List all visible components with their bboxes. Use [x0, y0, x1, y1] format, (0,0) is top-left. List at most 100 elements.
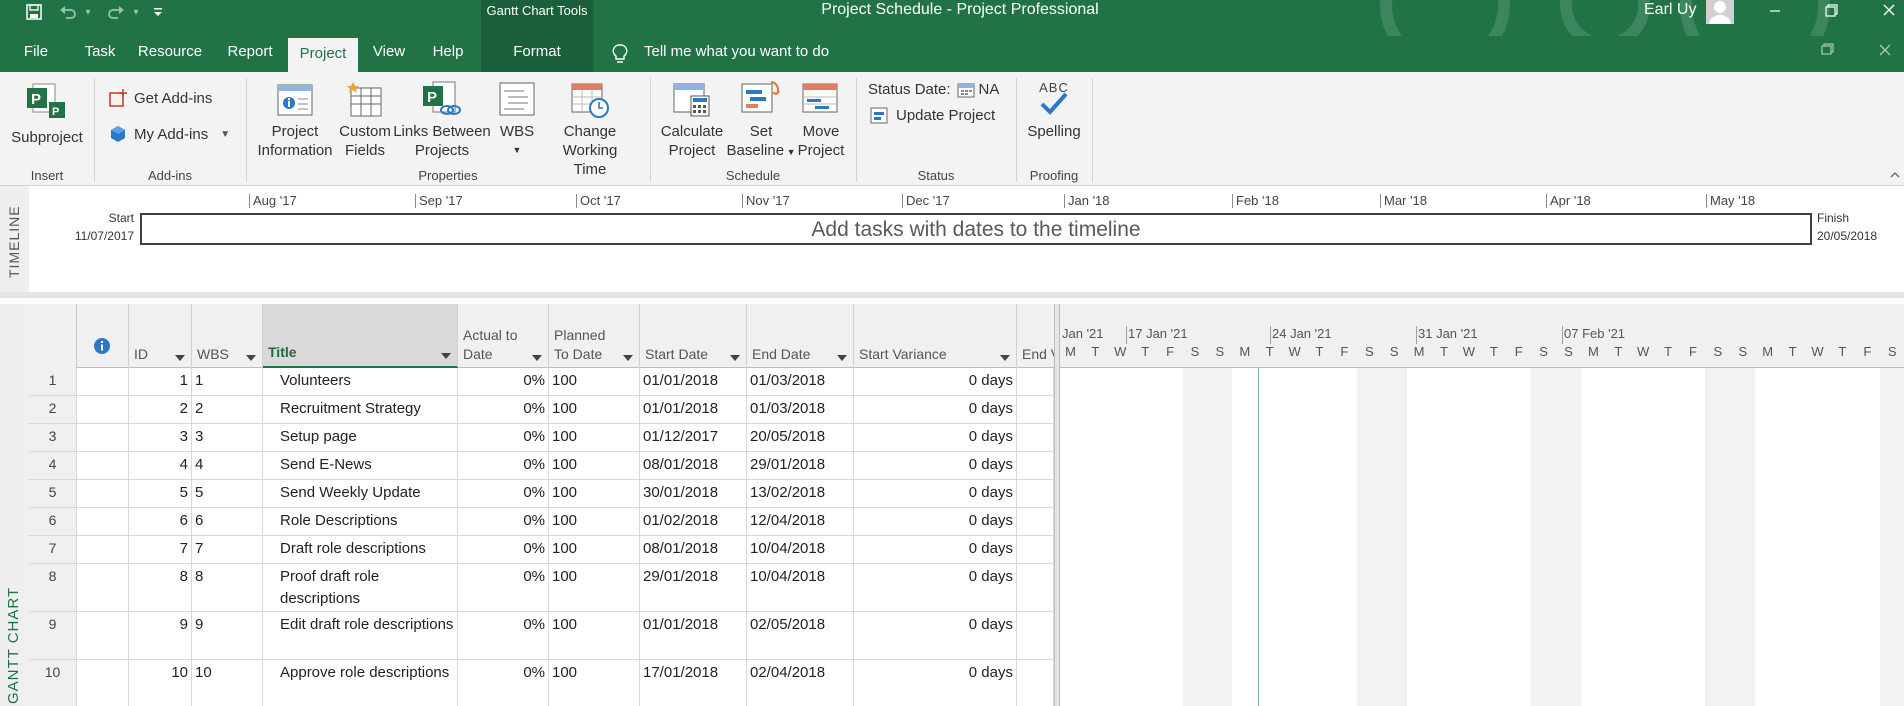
planned-to-date-cell[interactable]: 100: [549, 424, 640, 452]
table-row[interactable]: 1 1 1 Volunteers 0% 100 01/01/2018 01/03/2018 0 …: [29, 368, 1054, 396]
id-cell[interactable]: 7: [129, 536, 192, 564]
tab-project[interactable]: Project: [288, 38, 358, 72]
end-date-column-header[interactable]: End Date: [747, 304, 854, 368]
title-cell[interactable]: Edit draft role descriptions: [263, 612, 458, 660]
start-date-cell[interactable]: 29/01/2018: [640, 564, 747, 612]
title-cell[interactable]: Setup page: [263, 424, 458, 452]
id-cell[interactable]: 10: [129, 660, 192, 706]
title-cell[interactable]: Recruitment Strategy: [263, 396, 458, 424]
end-date-cell[interactable]: 29/01/2018: [747, 452, 854, 480]
title-cell[interactable]: Volunteers: [263, 368, 458, 396]
table-row[interactable]: 5 5 5 Send Weekly Update 0% 100 30/01/2018 13/0…: [29, 480, 1054, 508]
actual-to-date-cell[interactable]: 0%: [458, 660, 549, 706]
row-number[interactable]: 6: [29, 508, 77, 536]
subproject-button[interactable]: PP Subproject: [6, 80, 88, 147]
start-date-cell[interactable]: 01/01/2018: [640, 368, 747, 396]
end-date-cell[interactable]: 10/04/2018: [747, 564, 854, 612]
planned-to-date-cell[interactable]: 100: [549, 508, 640, 536]
id-cell[interactable]: 5: [129, 480, 192, 508]
end-date-cell[interactable]: 12/04/2018: [747, 508, 854, 536]
title-cell[interactable]: Send E-News: [263, 452, 458, 480]
id-cell[interactable]: 6: [129, 508, 192, 536]
gantt-chart[interactable]: Jan '21 17 Jan '21 24 Jan '21 31 Jan '21 07 …: [1060, 304, 1904, 706]
row-number[interactable]: 7: [29, 536, 77, 564]
customize-qat-icon[interactable]: [150, 0, 166, 24]
avatar[interactable]: [1706, 0, 1734, 24]
wbs-cell[interactable]: 7: [192, 536, 263, 564]
start-variance-cell[interactable]: 0 days: [854, 480, 1017, 508]
title-cell[interactable]: Proof draft role descriptions: [263, 564, 458, 612]
id-cell[interactable]: 9: [129, 612, 192, 660]
row-number[interactable]: 9: [29, 612, 77, 660]
end-variance-column-header[interactable]: End V: [1017, 304, 1054, 368]
end-variance-cell[interactable]: [1017, 452, 1054, 480]
title-cell[interactable]: Role Descriptions: [263, 508, 458, 536]
tab-file[interactable]: File: [12, 36, 60, 72]
table-row[interactable]: 4 4 4 Send E-News 0% 100 08/01/2018 29/01/2018 0…: [29, 452, 1054, 480]
actual-to-date-cell[interactable]: 0%: [458, 564, 549, 612]
end-variance-cell[interactable]: [1017, 368, 1054, 396]
wbs-cell[interactable]: 9: [192, 612, 263, 660]
start-variance-cell[interactable]: 0 days: [854, 452, 1017, 480]
start-variance-cell[interactable]: 0 days: [854, 424, 1017, 452]
end-date-cell[interactable]: 10/04/2018: [747, 536, 854, 564]
planned-to-date-cell[interactable]: 100: [549, 536, 640, 564]
tab-view[interactable]: View: [366, 36, 412, 72]
indicator-cell[interactable]: [77, 612, 129, 660]
end-date-cell[interactable]: 20/05/2018: [747, 424, 854, 452]
indicator-cell[interactable]: [77, 368, 129, 396]
undo-icon[interactable]: [56, 0, 80, 24]
actual-to-date-cell[interactable]: 0%: [458, 452, 549, 480]
title-column-header[interactable]: Title: [263, 304, 458, 368]
end-variance-cell[interactable]: [1017, 480, 1054, 508]
project-information-button[interactable]: Project Information: [252, 80, 338, 160]
indicator-cell[interactable]: [77, 536, 129, 564]
status-date-button[interactable]: Status Date: NA: [868, 80, 1018, 99]
tab-resource[interactable]: Resource: [132, 36, 208, 72]
start-date-cell[interactable]: 01/01/2018: [640, 612, 747, 660]
table-row[interactable]: 3 3 3 Setup page 0% 100 01/12/2017 20/05/2018 0 …: [29, 424, 1054, 452]
table-row[interactable]: 6 6 6 Role Descriptions 0% 100 01/02/2018 12/04…: [29, 508, 1054, 536]
redo-icon[interactable]: [104, 0, 128, 24]
row-number[interactable]: 3: [29, 424, 77, 452]
wbs-cell[interactable]: 5: [192, 480, 263, 508]
table-row[interactable]: 9 9 9 Edit draft role descriptions 0% 100 01/0…: [29, 612, 1054, 660]
table-row[interactable]: 10 10 10 Approve role descriptions 0% 100 17/0…: [29, 660, 1054, 706]
wbs-cell[interactable]: 6: [192, 508, 263, 536]
wbs-cell[interactable]: 1: [192, 368, 263, 396]
wbs-cell[interactable]: 3: [192, 424, 263, 452]
id-cell[interactable]: 8: [129, 564, 192, 612]
table-row[interactable]: 8 8 8 Proof draft role descriptions 0% 100 29/…: [29, 564, 1054, 612]
end-date-cell[interactable]: 02/05/2018: [747, 612, 854, 660]
redo-dropdown-icon[interactable]: ▾: [130, 0, 142, 24]
indicator-cell[interactable]: [77, 508, 129, 536]
actual-to-date-cell[interactable]: 0%: [458, 612, 549, 660]
title-cell[interactable]: Send Weekly Update: [263, 480, 458, 508]
start-date-cell[interactable]: 08/01/2018: [640, 536, 747, 564]
close-icon[interactable]: [1874, 0, 1904, 24]
minimize-icon[interactable]: [1760, 0, 1790, 24]
my-addins-button[interactable]: My Add-ins ▼: [108, 124, 238, 144]
actual-to-date-cell[interactable]: 0%: [458, 536, 549, 564]
set-baseline-button[interactable]: Set Baseline ▼: [726, 80, 796, 162]
start-date-column-header[interactable]: Start Date: [640, 304, 747, 368]
id-cell[interactable]: 3: [129, 424, 192, 452]
actual-to-date-column-header[interactable]: Actual to Date: [458, 304, 549, 368]
actual-to-date-cell[interactable]: 0%: [458, 480, 549, 508]
row-number[interactable]: 5: [29, 480, 77, 508]
planned-to-date-cell[interactable]: 100: [549, 452, 640, 480]
save-icon[interactable]: [22, 0, 46, 24]
wbs-column-header[interactable]: WBS: [192, 304, 263, 368]
wbs-cell[interactable]: 10: [192, 660, 263, 706]
update-project-button[interactable]: Update Project: [870, 106, 1020, 125]
tell-me-search[interactable]: Tell me what you want to do: [644, 36, 844, 72]
calculate-project-button[interactable]: Calculate Project: [656, 80, 728, 160]
id-cell[interactable]: 4: [129, 452, 192, 480]
end-date-cell[interactable]: 13/02/2018: [747, 480, 854, 508]
filter-arrow-icon[interactable]: [837, 355, 847, 361]
end-date-cell[interactable]: 01/03/2018: [747, 396, 854, 424]
table-row[interactable]: 7 7 7 Draft role descriptions 0% 100 08/01/201…: [29, 536, 1054, 564]
tab-task[interactable]: Task: [76, 36, 124, 72]
filter-arrow-icon[interactable]: [623, 355, 633, 361]
indicator-cell[interactable]: [77, 660, 129, 706]
